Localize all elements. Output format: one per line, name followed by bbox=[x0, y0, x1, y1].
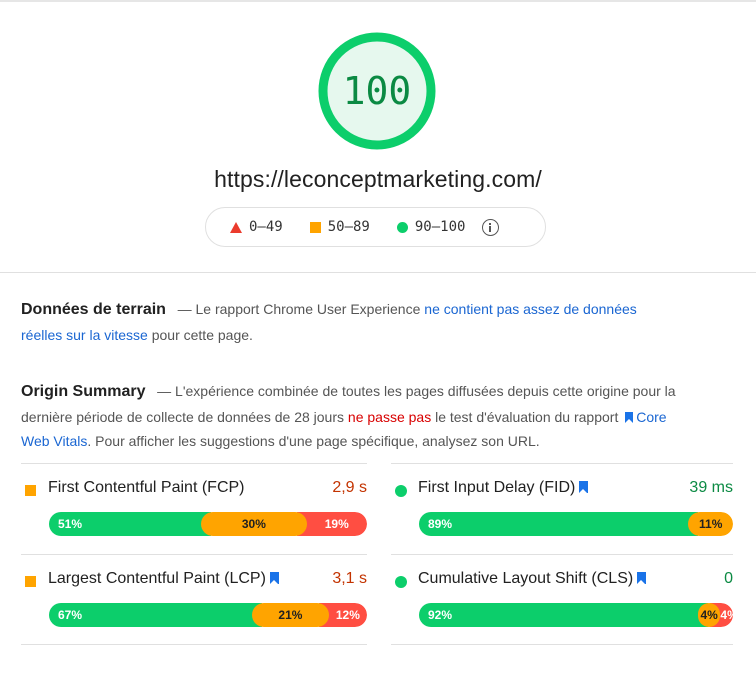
circle-icon bbox=[396, 221, 408, 233]
bar-segment-good: 89% bbox=[419, 512, 699, 536]
bar-segment-poor: 19% bbox=[296, 512, 367, 536]
legend-label-average: 50–89 bbox=[327, 219, 370, 235]
bar-segment-average: 21% bbox=[252, 603, 329, 627]
square-icon bbox=[309, 221, 321, 233]
circle-icon bbox=[395, 485, 407, 497]
metric-name: First Input Delay (FID) bbox=[418, 479, 576, 496]
field-data-section: Données de terrain — Le rapport Chrome U… bbox=[21, 297, 681, 347]
circle-icon bbox=[395, 576, 407, 588]
bar-segment-good: 92% bbox=[419, 603, 708, 627]
legend-item-average: 50–89 bbox=[309, 219, 370, 235]
bookmark-icon bbox=[637, 572, 647, 584]
metric-name: Largest Contentful Paint (LCP) bbox=[48, 570, 266, 587]
legend-item-poor: 0–49 bbox=[230, 219, 283, 235]
legend-label-good: 90–100 bbox=[414, 219, 466, 235]
bar-segment-good: 67% bbox=[49, 603, 263, 627]
card-divider bbox=[21, 644, 367, 645]
top-border bbox=[0, 0, 756, 2]
bar-segment-average: 30% bbox=[201, 512, 307, 536]
triangle-icon bbox=[230, 221, 242, 233]
legend-item-good: 90–100 bbox=[396, 219, 466, 235]
metric-name: First Contentful Paint (FCP) bbox=[48, 479, 245, 496]
square-icon bbox=[25, 576, 36, 587]
metric-value: 0 bbox=[724, 570, 733, 587]
metric-name: Cumulative Layout Shift (CLS) bbox=[418, 570, 634, 587]
field-data-title: Données de terrain bbox=[21, 301, 166, 318]
performance-score-gauge: 100 bbox=[317, 31, 437, 151]
origin-summary-text-end: . Pour afficher les suggestions d'une pa… bbox=[87, 433, 540, 449]
fail-status-text: ne passe pas bbox=[347, 408, 432, 425]
field-data-text: Le rapport Chrome User Experience bbox=[195, 301, 425, 317]
bar-segment-average: 11% bbox=[688, 512, 733, 536]
info-icon[interactable] bbox=[482, 218, 500, 236]
score-legend: 0–49 50–89 90–100 bbox=[205, 207, 546, 247]
origin-summary-text-middle: le test d'évaluation du rapport bbox=[431, 408, 623, 425]
metric-card-cls: Cumulative Layout Shift (CLS) 0 92%4%4% bbox=[391, 554, 733, 645]
origin-summary-section: Origin Summary — L'expérience combinée d… bbox=[21, 379, 681, 454]
bar-segment-good: 51% bbox=[49, 512, 212, 536]
card-divider bbox=[391, 644, 733, 645]
origin-summary-title: Origin Summary bbox=[21, 383, 146, 400]
metric-title: Cumulative Layout Shift (CLS) bbox=[418, 570, 649, 588]
distribution-bar: 51% 30% 19% bbox=[49, 512, 367, 536]
metric-value: 2,9 s bbox=[332, 479, 367, 496]
metric-value: 3,1 s bbox=[332, 570, 367, 587]
metric-title: First Contentful Paint (FCP) bbox=[48, 479, 245, 497]
performance-score: 100 bbox=[342, 69, 412, 113]
square-icon bbox=[25, 485, 36, 496]
bar-segment-average: 4% bbox=[697, 603, 721, 627]
distribution-bar: 92%4%4% bbox=[419, 603, 733, 627]
metric-value: 39 ms bbox=[689, 479, 733, 496]
field-data-text-end: pour cette page. bbox=[147, 326, 253, 343]
metric-card-fid: First Input Delay (FID) 39 ms 89% 11% bbox=[391, 463, 733, 554]
bookmark-icon bbox=[625, 411, 634, 423]
field-data-dash: — bbox=[177, 301, 192, 317]
distribution-bar: 89% 11% bbox=[419, 512, 733, 536]
section-divider bbox=[0, 272, 756, 273]
bookmark-icon bbox=[579, 481, 589, 493]
metric-title: First Input Delay (FID) bbox=[418, 479, 591, 497]
tested-url: https://leconceptmarketing.com/ bbox=[214, 166, 542, 192]
metric-card-lcp: Largest Contentful Paint (LCP) 3,1 s 67%… bbox=[21, 554, 367, 645]
metric-title: Largest Contentful Paint (LCP) bbox=[48, 570, 282, 588]
legend-label-poor: 0–49 bbox=[249, 219, 283, 235]
metric-card-fcp: First Contentful Paint (FCP) 2,9 s 51% 30… bbox=[21, 463, 367, 554]
origin-summary-dash: — bbox=[157, 383, 172, 399]
distribution-bar: 67% 21% 12% bbox=[49, 603, 367, 627]
bookmark-icon bbox=[269, 572, 279, 584]
